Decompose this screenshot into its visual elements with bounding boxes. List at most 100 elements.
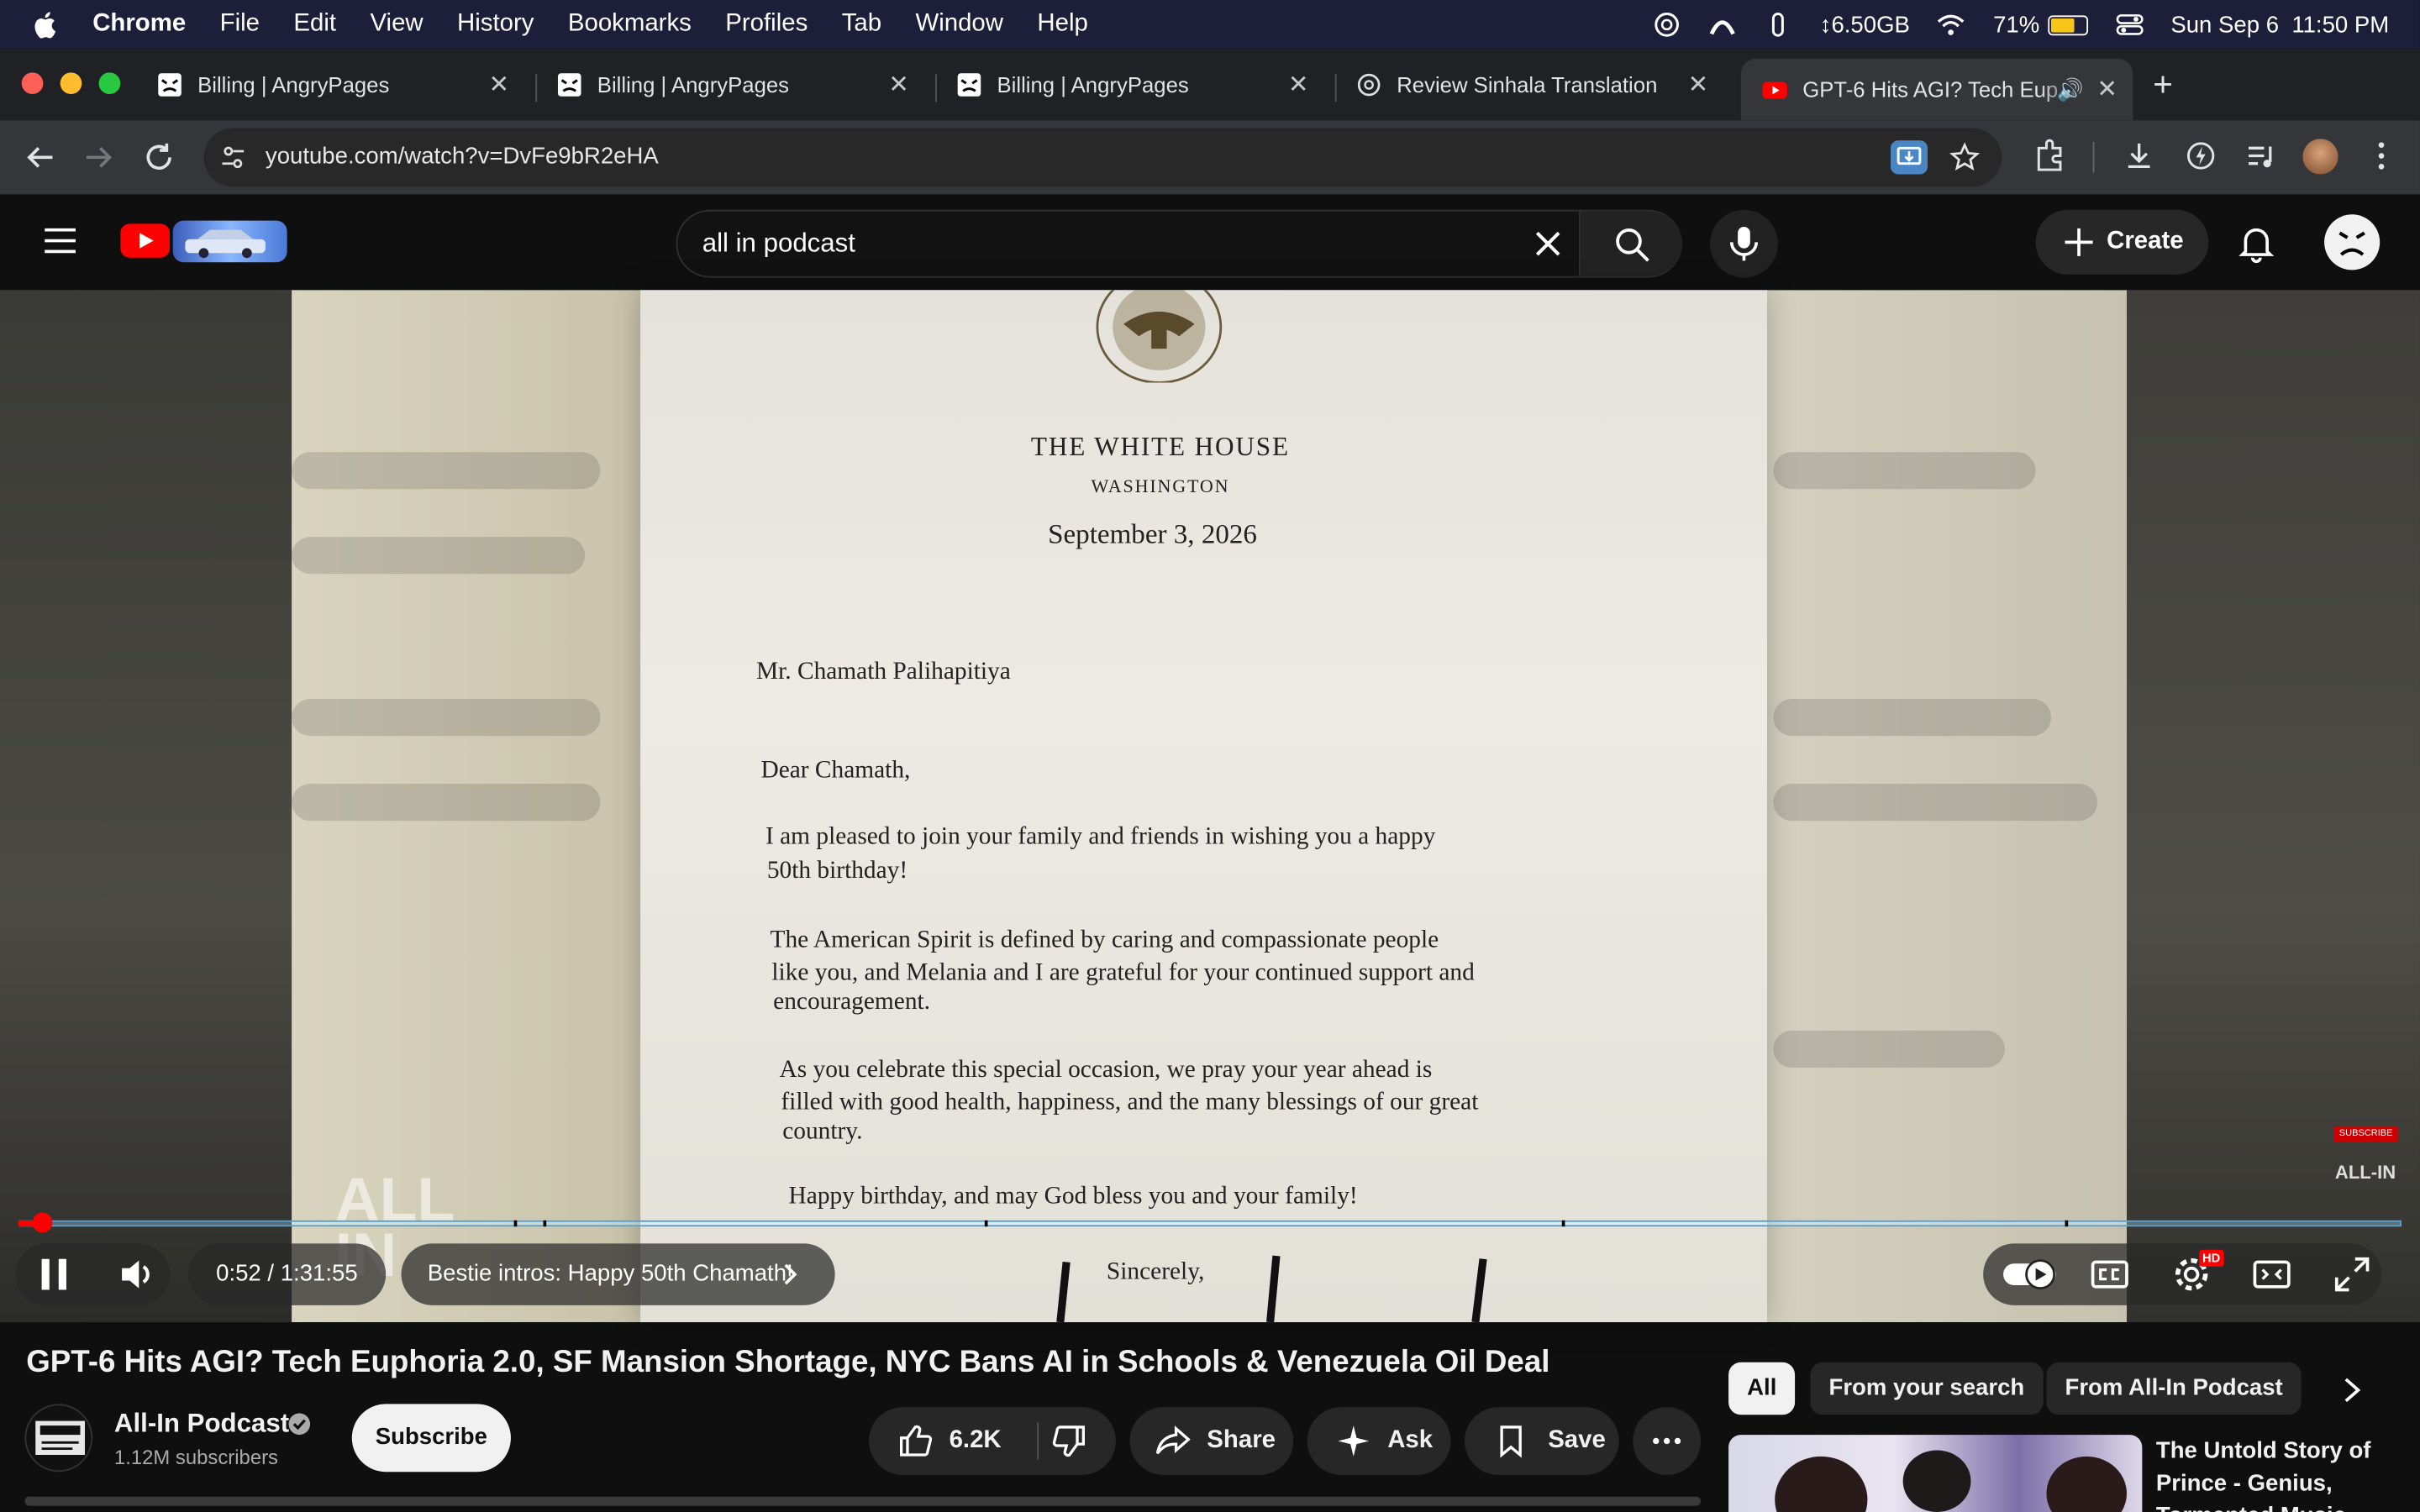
menu-history[interactable]: History bbox=[457, 11, 534, 39]
install-app-icon[interactable] bbox=[1890, 140, 1928, 175]
chip-all[interactable]: All bbox=[1728, 1362, 1796, 1415]
presidential-seal-icon bbox=[1096, 290, 1223, 383]
autoplay-toggle-icon[interactable] bbox=[2002, 1259, 2057, 1290]
tab-review-sinhala[interactable]: Review Sinhala Translation ✕ bbox=[1335, 59, 1724, 111]
menu-view[interactable]: View bbox=[370, 11, 423, 39]
performance-icon[interactable] bbox=[2184, 139, 2217, 172]
menu-icon[interactable] bbox=[43, 225, 76, 256]
menubar-clock[interactable]: Sun Sep 6 11:50 PM bbox=[2170, 12, 2389, 38]
window-close-button[interactable] bbox=[21, 72, 44, 95]
blurred-background-text bbox=[292, 452, 601, 490]
letter-paragraph-line: The American Spirit is defined by caring… bbox=[770, 927, 1439, 954]
recommended-video-title[interactable]: The Untold Story of Prince - Genius, Tor… bbox=[2156, 1435, 2403, 1512]
apple-icon[interactable] bbox=[31, 9, 62, 40]
downloads-icon[interactable] bbox=[2122, 139, 2155, 172]
tab-billing-3[interactable]: Billing | AngryPages ✕ bbox=[935, 59, 1324, 111]
pause-icon[interactable] bbox=[34, 1254, 74, 1294]
site-info-icon[interactable] bbox=[219, 144, 247, 171]
media-control-icon[interactable] bbox=[2244, 139, 2278, 172]
menu-edit[interactable]: Edit bbox=[293, 11, 336, 39]
menu-help[interactable]: Help bbox=[1037, 11, 1087, 39]
chapter-marker bbox=[984, 1220, 988, 1227]
doodle-car-icon bbox=[185, 229, 266, 259]
forward-icon[interactable] bbox=[81, 139, 118, 176]
youtube-logo-icon[interactable] bbox=[120, 222, 171, 259]
menu-window[interactable]: Window bbox=[915, 11, 1003, 39]
tab-close-icon[interactable]: ✕ bbox=[1688, 70, 1709, 101]
angrypages-favicon-icon bbox=[158, 73, 182, 97]
profile-avatar[interactable] bbox=[2302, 139, 2338, 175]
tab-billing-2[interactable]: Billing | AngryPages ✕ bbox=[535, 59, 924, 111]
channel-avatar-image bbox=[35, 1420, 86, 1456]
wifi-icon[interactable] bbox=[1938, 11, 1965, 39]
tab-billing-1[interactable]: Billing | AngryPages ✕ bbox=[136, 59, 525, 111]
angry-face-icon bbox=[2338, 231, 2365, 256]
chip-from-your-search[interactable]: From your search bbox=[1810, 1362, 2044, 1415]
dislike-button[interactable] bbox=[1039, 1407, 1116, 1475]
channel-avatar[interactable] bbox=[24, 1404, 93, 1473]
like-button[interactable]: 6.2K bbox=[869, 1407, 1035, 1475]
menu-tab[interactable]: Tab bbox=[842, 11, 881, 39]
menu-profiles[interactable]: Profiles bbox=[725, 11, 808, 39]
subscribe-watermark[interactable]: SUBSCRIBE bbox=[2333, 1126, 2399, 1142]
more-horizontal-icon bbox=[1653, 1437, 1681, 1445]
search-icon bbox=[1616, 228, 1649, 262]
menu-app-chrome[interactable]: Chrome bbox=[92, 11, 186, 39]
bookmark-star-icon[interactable] bbox=[1949, 142, 1981, 173]
tab-close-icon[interactable]: ✕ bbox=[488, 70, 509, 101]
progress-bar[interactable] bbox=[18, 1220, 2402, 1227]
chip-from-all-in-podcast[interactable]: From All-In Podcast bbox=[2046, 1362, 2302, 1415]
account-avatar[interactable] bbox=[2324, 214, 2381, 270]
subscribe-button[interactable]: Subscribe bbox=[351, 1404, 511, 1473]
window-zoom-button[interactable] bbox=[98, 72, 121, 95]
omnibox[interactable]: youtube.com/watch?v=DvFe9bR2eHA bbox=[203, 128, 2002, 187]
arc-icon[interactable] bbox=[1708, 11, 1736, 39]
more-actions-button[interactable] bbox=[1633, 1407, 1702, 1475]
menu-file[interactable]: File bbox=[220, 11, 260, 39]
plus-icon bbox=[2065, 228, 2093, 256]
blurred-background-text bbox=[1773, 452, 2036, 490]
paperclip-icon[interactable] bbox=[1765, 11, 1792, 39]
tab-close-icon[interactable]: ✕ bbox=[2096, 74, 2118, 105]
back-icon[interactable] bbox=[22, 139, 59, 176]
share-button[interactable]: Share bbox=[1129, 1407, 1294, 1475]
memory-readout[interactable]: ↕6.50GB bbox=[1820, 12, 1910, 38]
notifications-bell-icon[interactable] bbox=[2238, 223, 2275, 264]
chevron-right-icon[interactable] bbox=[781, 1262, 799, 1286]
new-tab-button[interactable]: + bbox=[2153, 65, 2173, 105]
chapter-title[interactable]: Bestie intros: Happy 50th Chamath! bbox=[428, 1261, 793, 1287]
chrome-menu-icon[interactable] bbox=[2365, 139, 2398, 172]
volume-icon[interactable] bbox=[118, 1254, 158, 1294]
recommended-video-thumbnail[interactable] bbox=[1728, 1435, 2143, 1512]
fullscreen-icon[interactable] bbox=[2332, 1254, 2372, 1294]
blurred-background-text bbox=[292, 699, 601, 737]
reload-icon[interactable] bbox=[140, 139, 177, 176]
chevron-right-icon[interactable] bbox=[2337, 1374, 2368, 1405]
window-minimize-button[interactable] bbox=[60, 72, 82, 95]
letter-addressee: Mr. Chamath Palihapitiya bbox=[755, 659, 1011, 685]
channel-watermark[interactable]: ALL-IN bbox=[2335, 1162, 2396, 1184]
control-center-icon[interactable] bbox=[2115, 11, 2143, 39]
youtube-doodle[interactable] bbox=[172, 220, 287, 263]
progress-scrubber[interactable] bbox=[31, 1212, 52, 1233]
tab-close-icon[interactable]: ✕ bbox=[1288, 70, 1309, 101]
captions-icon[interactable] bbox=[2090, 1254, 2130, 1294]
save-button[interactable]: Save bbox=[1465, 1407, 1619, 1475]
description-box-edge[interactable] bbox=[24, 1496, 1702, 1506]
theater-mode-icon[interactable] bbox=[2252, 1254, 2292, 1294]
menu-bookmarks[interactable]: Bookmarks bbox=[568, 11, 692, 39]
blurred-background-text bbox=[292, 537, 586, 575]
channel-name[interactable]: All-In Podcast bbox=[114, 1409, 289, 1440]
ask-button[interactable]: Ask bbox=[1307, 1407, 1451, 1475]
extensions-icon[interactable] bbox=[2033, 139, 2066, 172]
openai-icon[interactable] bbox=[1653, 11, 1681, 39]
search-button[interactable] bbox=[1578, 211, 1683, 276]
create-button[interactable]: Create bbox=[2035, 209, 2209, 275]
tab-audio-icon[interactable]: 🔊 bbox=[2057, 76, 2084, 102]
search-input[interactable] bbox=[702, 211, 1536, 276]
battery-status[interactable]: 71% bbox=[1993, 12, 2088, 38]
voice-search-button[interactable] bbox=[1710, 209, 1778, 278]
tab-youtube-active[interactable]: GPT-6 Hits AGI? Tech Eup 🔊 ✕ bbox=[1740, 58, 2133, 121]
clear-search-icon[interactable] bbox=[1531, 227, 1565, 260]
tab-close-icon[interactable]: ✕ bbox=[888, 70, 909, 101]
